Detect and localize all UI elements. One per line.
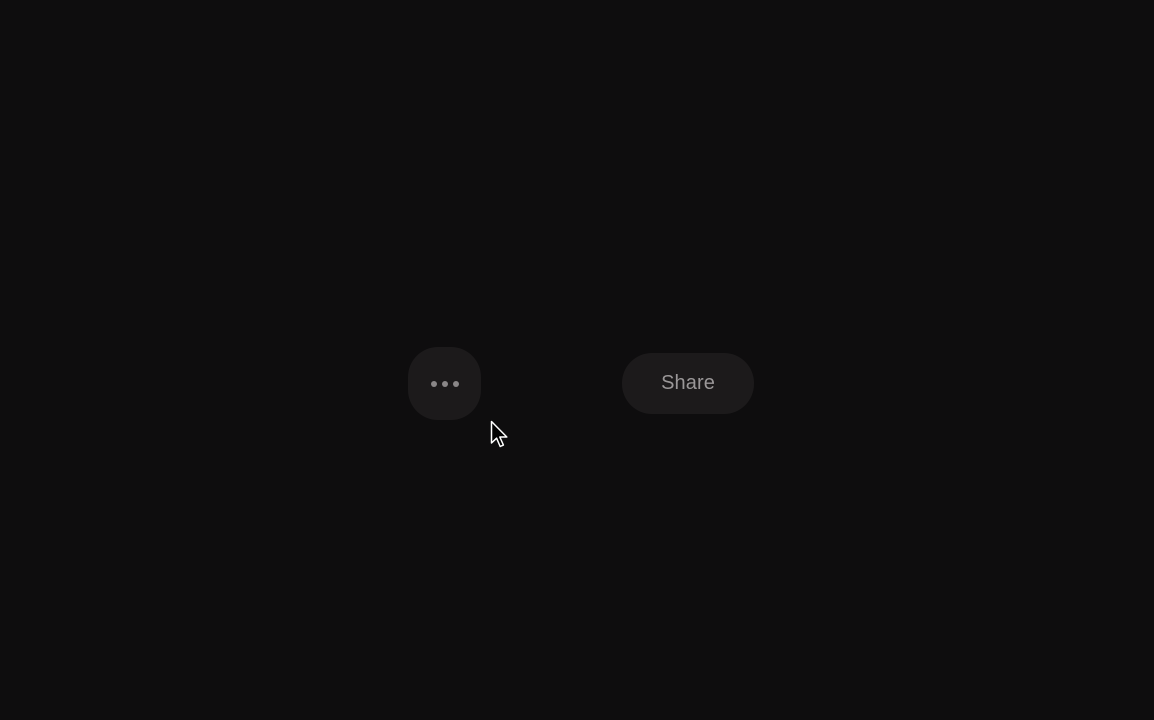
dot-icon: [441, 380, 448, 387]
stage: Share: [0, 0, 1154, 720]
mouse-cursor-icon: [490, 420, 508, 448]
dot-icon: [452, 380, 459, 387]
more-options-button[interactable]: [408, 347, 481, 420]
share-button[interactable]: Share: [622, 353, 754, 414]
share-button-label: Share: [661, 372, 715, 394]
dot-icon: [430, 380, 437, 387]
